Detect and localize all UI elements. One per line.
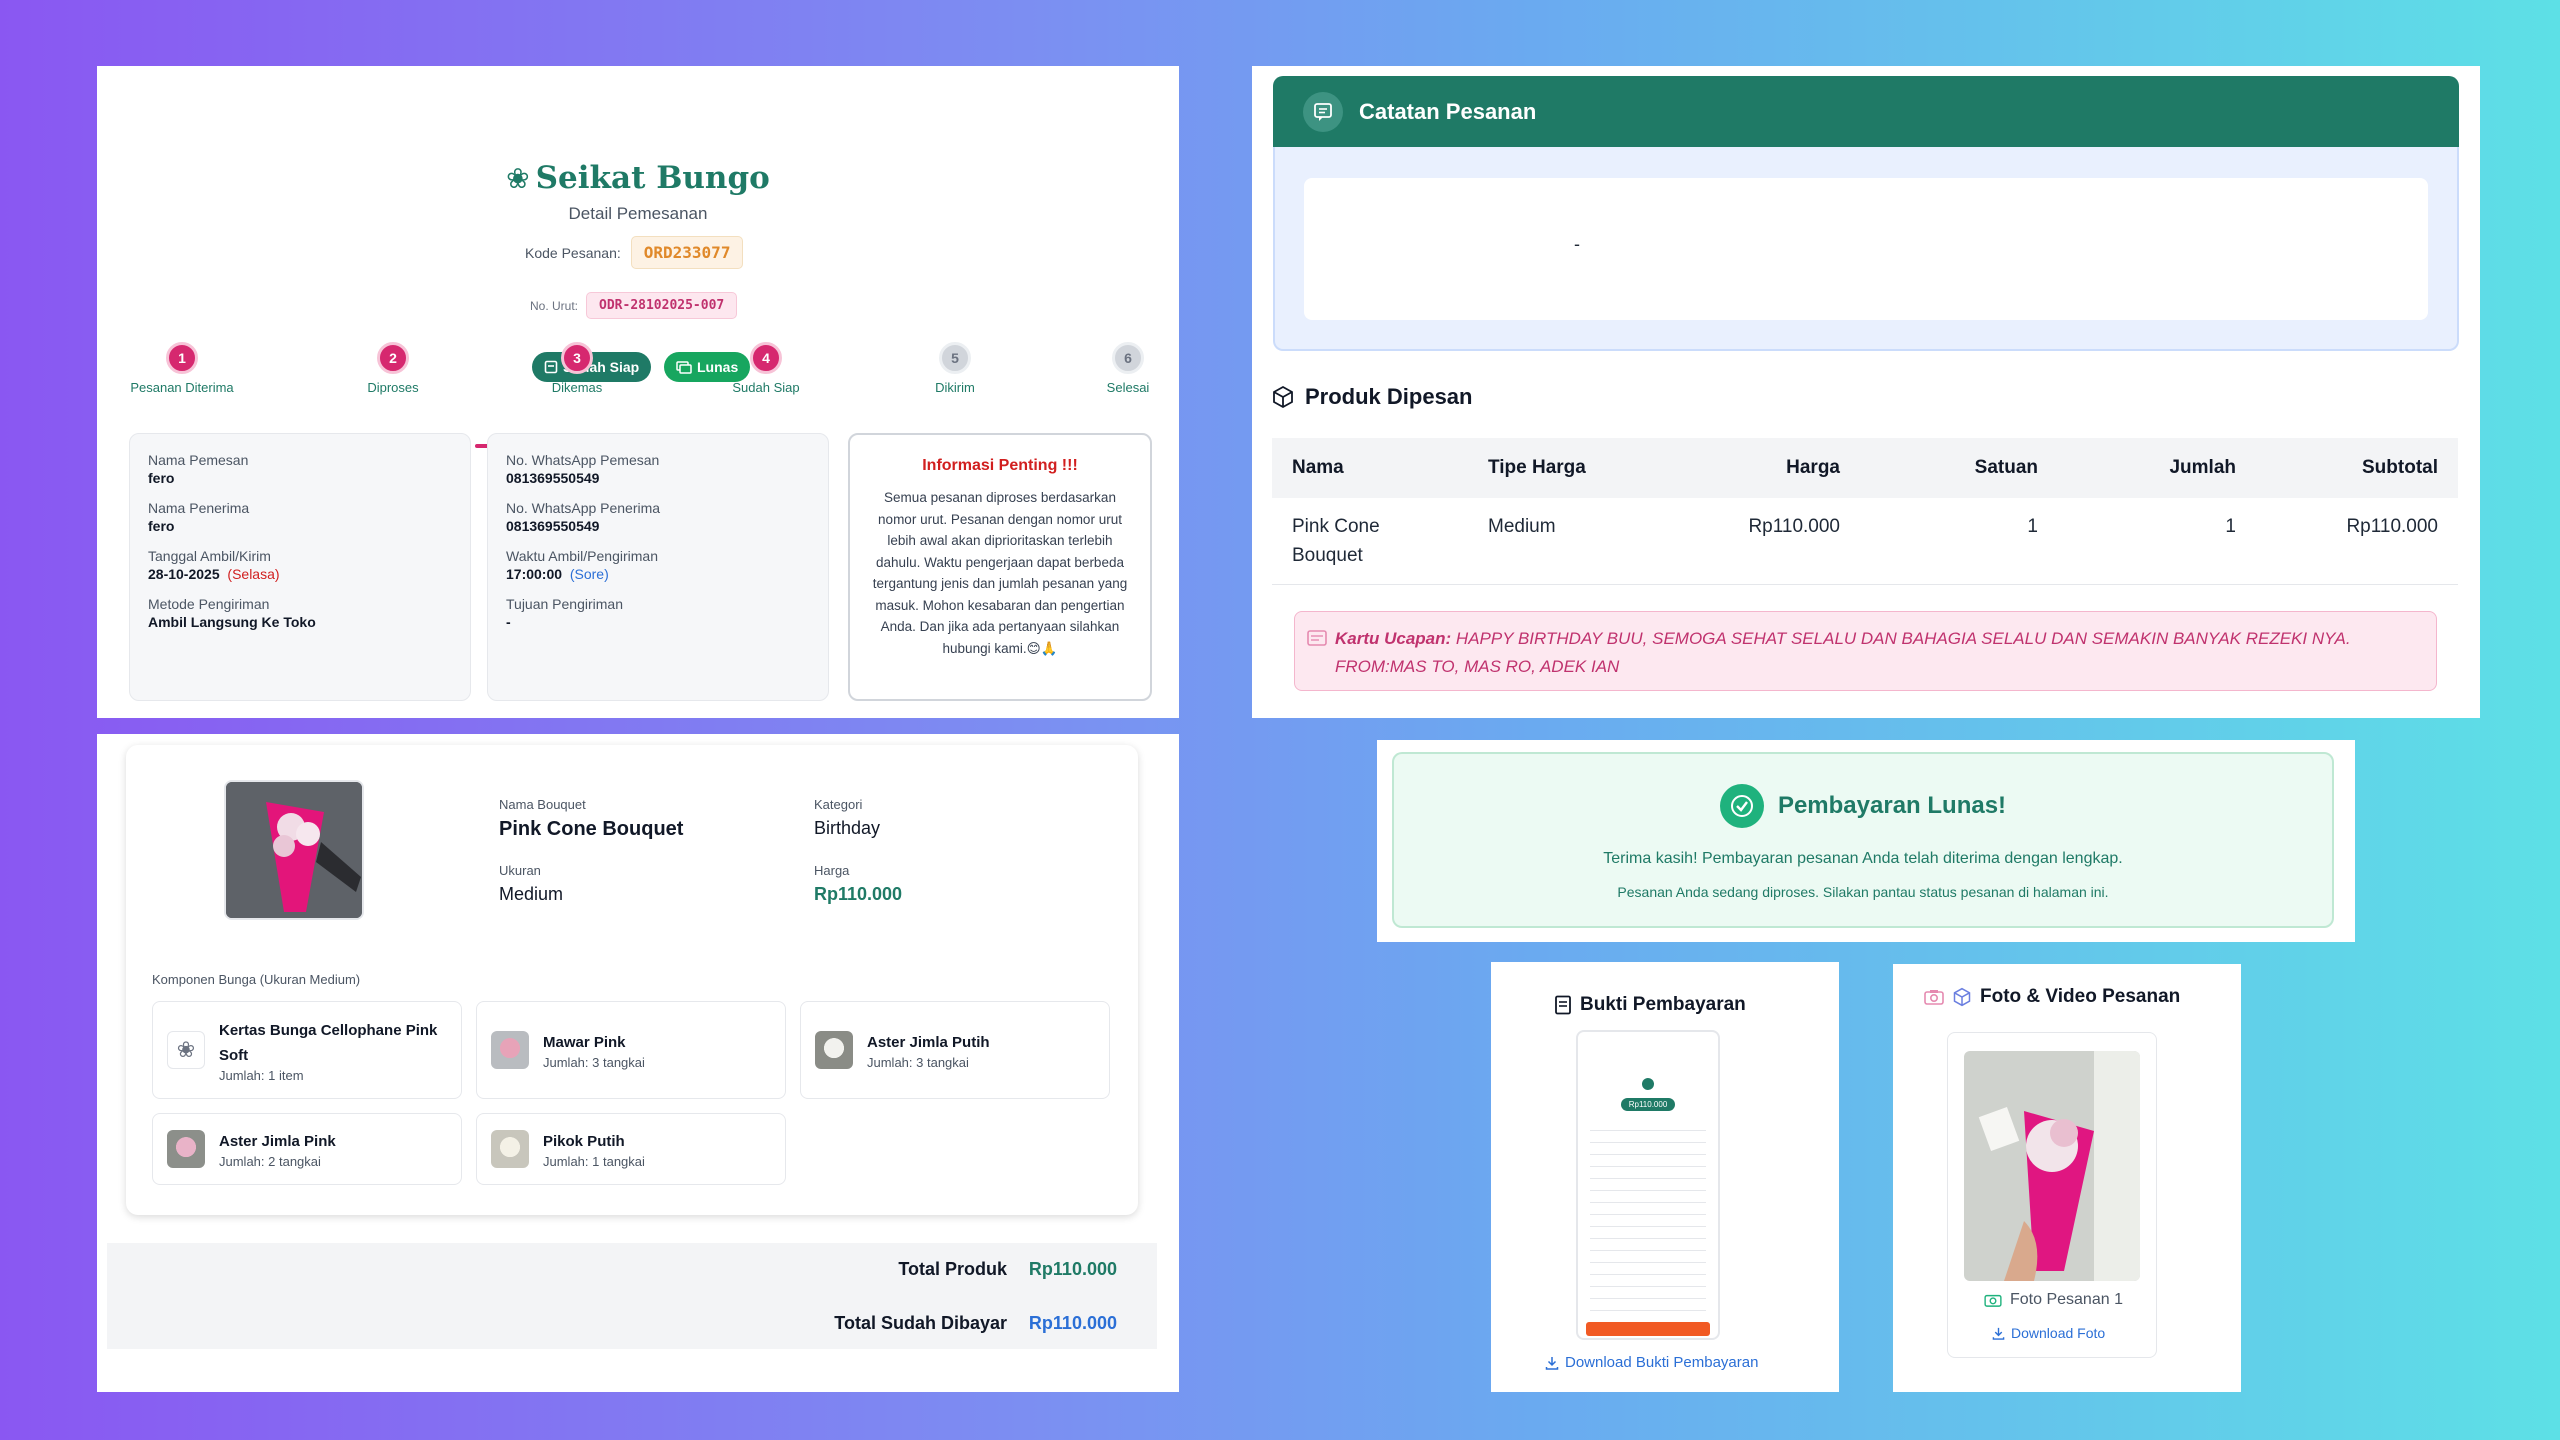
download-icon [1992,1327,2005,1340]
package-icon [1953,987,1971,1007]
money-icon [676,361,692,374]
order-photo-card: Foto Pesanan 1 Download Foto [1947,1032,2157,1358]
download-photo-link[interactable]: Download Foto [1992,1325,2105,1341]
totals-box: Total Produk Rp110.000 Total Sudah Dibaya… [107,1243,1157,1349]
bouquet-card: Nama Bouquet Pink Cone Bouquet Kategori Bi… [126,745,1138,1215]
check-circle-icon [1719,784,1764,828]
download-icon [1545,1356,1559,1370]
order-detail-panel: ❀ Seikat Bungo Detail Pemesanan Kode Pesa… [97,66,1179,718]
step-4: 4 Sudah Siap [701,342,831,395]
order-code-chip: ORD233077 [630,236,744,269]
recipient-whatsapp: 081369550549 [506,518,600,534]
brand-title: ❀ Seikat Bungo [506,160,770,196]
step-3: 3 Dikemas [512,342,642,395]
download-payment-proof-link[interactable]: Download Bukti Pembayaran [1545,1354,1758,1371]
chat-icon [1303,91,1343,132]
order-notes-text: - [1304,178,2428,320]
queue-number-chip: ODR-28102025-007 [586,292,738,319]
col-subtotal: Subtotal [2256,438,2458,498]
delivery-method: Ambil Langsung Ke Toko [148,614,316,630]
step-5: 5 Dikirim [890,342,1020,395]
col-jumlah: Jumlah [2058,438,2256,498]
package-icon [1273,385,1293,409]
payment-proof-image[interactable]: Rp110.000 [1576,1030,1720,1340]
card-icon [1307,630,1327,646]
bouquet-name: Pink Cone Bouquet [499,818,684,840]
component-thumbnail [491,1031,529,1069]
ordered-products-title: Produk Dipesan [1271,384,1472,410]
bouquet-image [224,780,364,920]
col-nama: Nama [1272,438,1468,498]
payment-proof-title: Bukti Pembayaran [1554,994,1746,1016]
order-code: Kode Pesanan: ORD233077 [525,236,744,269]
col-tipe-harga: Tipe Harga [1468,438,1664,498]
step-1: 1 Pesanan Diterima [117,342,247,395]
component-item: Aster Jimla Putih Jumlah: 3 tangkai [800,1001,1110,1099]
step-2: 2 Diproses [328,342,458,395]
components-title: Komponen Bunga (Ukuran Medium) [152,972,361,987]
customer-name: fero [148,470,175,486]
step-6: 6 Selesai [1063,342,1193,395]
bouquet-category: Birthday [814,818,881,838]
flower-icon: ❀ [506,162,530,195]
camera-icon [1924,990,1944,1005]
customer-card: Nama Pemesan fero Nama Penerima fero Tangg… [129,433,471,701]
greeting-card-note: Kartu Ucapan: HAPPY BIRTHDAY BUU, SEMOGA… [1294,611,2437,691]
component-thumbnail [167,1130,205,1168]
total-paid-row: Total Sudah Dibayar Rp110.000 [834,1313,1117,1333]
component-item: Mawar Pink Jumlah: 3 tangkai [476,1001,786,1099]
col-harga: Harga [1664,438,1860,498]
customer-whatsapp: 081369550549 [506,470,600,486]
flower-icon: ❀ [167,1031,205,1069]
component-item: Pikok Putih Jumlah: 1 tangkai [476,1113,786,1185]
order-notes-header: Catatan Pesanan [1273,76,2459,147]
col-satuan: Satuan [1860,438,2058,498]
order-photo-caption: Foto Pesanan 1 [1984,1291,2123,1309]
payment-paid-box: Pembayaran Lunas! Terima kasih! Pembayar… [1392,752,2334,928]
delivery-destination: - [506,614,511,630]
component-thumbnail [815,1031,853,1069]
component-thumbnail [491,1130,529,1168]
component-item: Aster Jimla Pink Jumlah: 2 tangkai [152,1113,462,1185]
table-row: Pink Cone Bouquet Medium Rp110.000 1 1 R… [1272,498,2458,585]
bouquet-price: Rp110.000 [814,884,903,904]
order-photo[interactable] [1964,1051,2140,1281]
contact-card: No. WhatsApp Pemesan 081369550549 No. Wha… [487,433,829,701]
important-info-box: Informasi Penting !!! Semua pesanan dipr… [848,433,1152,701]
queue-number: No. Urut: ODR-28102025-007 [530,292,738,319]
recipient-name: fero [148,518,175,534]
receipt-icon [1555,995,1571,1015]
camera-icon [1984,1294,2002,1307]
products-table: Nama Tipe Harga Harga Satuan Jumlah Subt… [1272,438,2458,585]
total-products-row: Total Produk Rp110.000 [898,1259,1117,1279]
page-subtitle: Detail Pemesanan [568,204,708,223]
pickup-time: 17:00:00 (Sore) [506,566,609,582]
bouquet-size: Medium [499,884,564,904]
component-item: ❀ Kertas Bunga Cellophane Pink Soft Jumla… [152,1001,462,1099]
pickup-date: 28-10-2025 (Selasa) [148,566,280,582]
order-media-title: Foto & Video Pesanan [1924,986,2180,1008]
